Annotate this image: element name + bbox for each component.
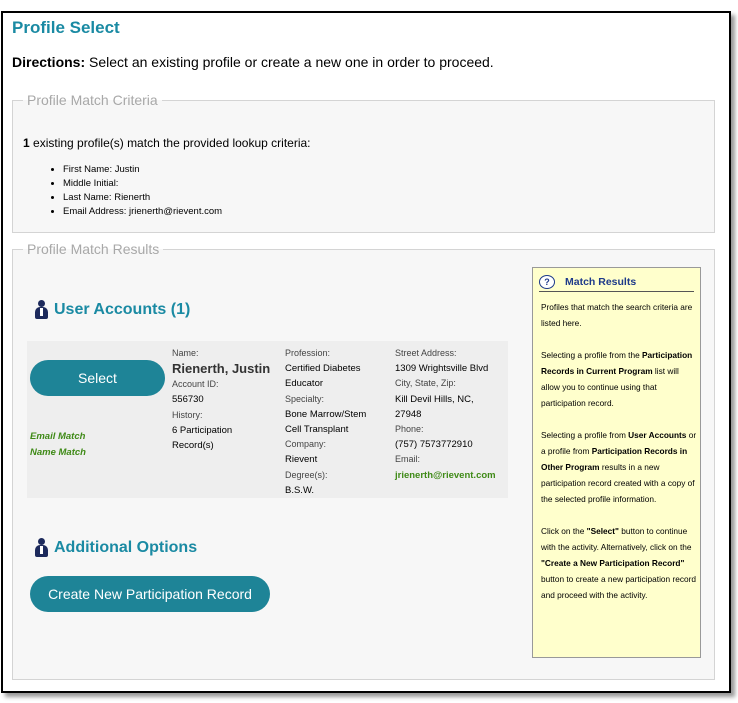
directions: Directions: Select an existing profile o…: [12, 54, 494, 70]
criteria-intro-text: existing profile(s) match the provided l…: [33, 136, 311, 150]
match-results-help-panel: ? Match Results Profiles that match the …: [532, 267, 701, 658]
select-button[interactable]: Select: [30, 360, 165, 396]
profession-line2: Educator: [285, 378, 324, 390]
account-id: 556730: [172, 394, 204, 406]
criteria-item: Middle Initial:: [63, 177, 222, 191]
history-line2: Record(s): [172, 440, 214, 452]
match-flags: Email Match Name Match: [30, 429, 86, 461]
directions-label: Directions:: [12, 54, 86, 70]
criteria-count: 1: [23, 136, 30, 150]
criteria-list: First Name: Justin Middle Initial: Last …: [63, 163, 222, 219]
criteria-item: Email Address: jrienerth@rievent.com: [63, 205, 222, 219]
history-label: History:: [172, 409, 203, 420]
email-match-flag: Email Match: [30, 431, 86, 442]
help-paragraph: Selecting a profile from the Participati…: [541, 350, 693, 408]
address-column: Street Address: 1309 Wrightsville Blvd C…: [395, 346, 507, 483]
street-label: Street Address:: [395, 348, 457, 358]
company-label: Company:: [285, 439, 327, 450]
help-body: Profiles that match the search criteria …: [541, 299, 697, 619]
help-title-text: Match Results: [565, 276, 637, 288]
additional-options-title: Additional Options: [54, 538, 198, 556]
profession-column: Profession: Certified Diabetes Educator …: [285, 346, 390, 498]
help-question-icon: ?: [539, 275, 555, 289]
degree-label: Degree(s):: [285, 469, 328, 480]
phone-label: Phone:: [395, 424, 424, 435]
email-label: Email:: [395, 454, 421, 465]
city-line1: Kill Devil Hills, NC,: [395, 393, 474, 405]
profile-match-criteria: Profile Match Criteria 1 existing profil…: [12, 92, 715, 233]
profession-line1: Certified Diabetes: [285, 363, 361, 375]
help-paragraph: Click on the "Select" button to continue…: [541, 526, 696, 600]
criteria-item: Last Name: Rienerth: [63, 191, 222, 205]
name-match-flag: Name Match: [30, 447, 86, 458]
city-line2: 27948: [395, 408, 422, 420]
email: jrienerth@rievent.com: [395, 469, 496, 481]
specialty-line1: Bone Marrow/Stem: [285, 408, 367, 420]
create-new-participation-record-button[interactable]: Create New Participation Record: [30, 576, 270, 612]
help-divider: [539, 291, 694, 292]
name-label: Name:: [172, 348, 199, 358]
user-accounts-heading: User Accounts (1): [34, 300, 190, 319]
page-title: Profile Select: [12, 18, 120, 37]
help-paragraph: Profiles that match the search criteria …: [541, 302, 693, 328]
specialty-label: Specialty:: [285, 393, 325, 404]
help-title: ? Match Results: [539, 274, 636, 290]
phone: (757) 7573772910: [395, 439, 473, 451]
results-legend: Profile Match Results: [27, 241, 160, 257]
city-label: City, State, Zip:: [395, 378, 456, 389]
account-name: Rienerth, Justin: [172, 361, 271, 377]
criteria-legend: Profile Match Criteria: [27, 92, 158, 108]
directions-text: Select an existing profile or create a n…: [89, 54, 494, 70]
specialty-line2: Cell Transplant: [285, 424, 349, 436]
profession-label: Profession:: [285, 348, 331, 358]
company: Rievent: [285, 454, 318, 466]
history-line1: 6 Participation: [172, 424, 233, 436]
person-icon: [34, 538, 48, 557]
criteria-item: First Name: Justin: [63, 163, 222, 177]
help-paragraph: Selecting a profile from User Accounts o…: [541, 430, 697, 504]
user-accounts-title: User Accounts (1): [54, 300, 191, 318]
account-name-column: Name: Rienerth, Justin Account ID: 55673…: [172, 346, 282, 453]
degree: B.S.W.: [285, 484, 315, 496]
street: 1309 Wrightsville Blvd: [395, 363, 489, 375]
person-icon: [34, 300, 48, 319]
user-account-card: Select Email Match Name Match Name: Rien…: [27, 341, 508, 498]
account-id-label: Account ID:: [172, 379, 219, 390]
criteria-intro: 1 existing profile(s) match the provided…: [23, 136, 311, 150]
additional-options-heading: Additional Options: [34, 538, 197, 557]
